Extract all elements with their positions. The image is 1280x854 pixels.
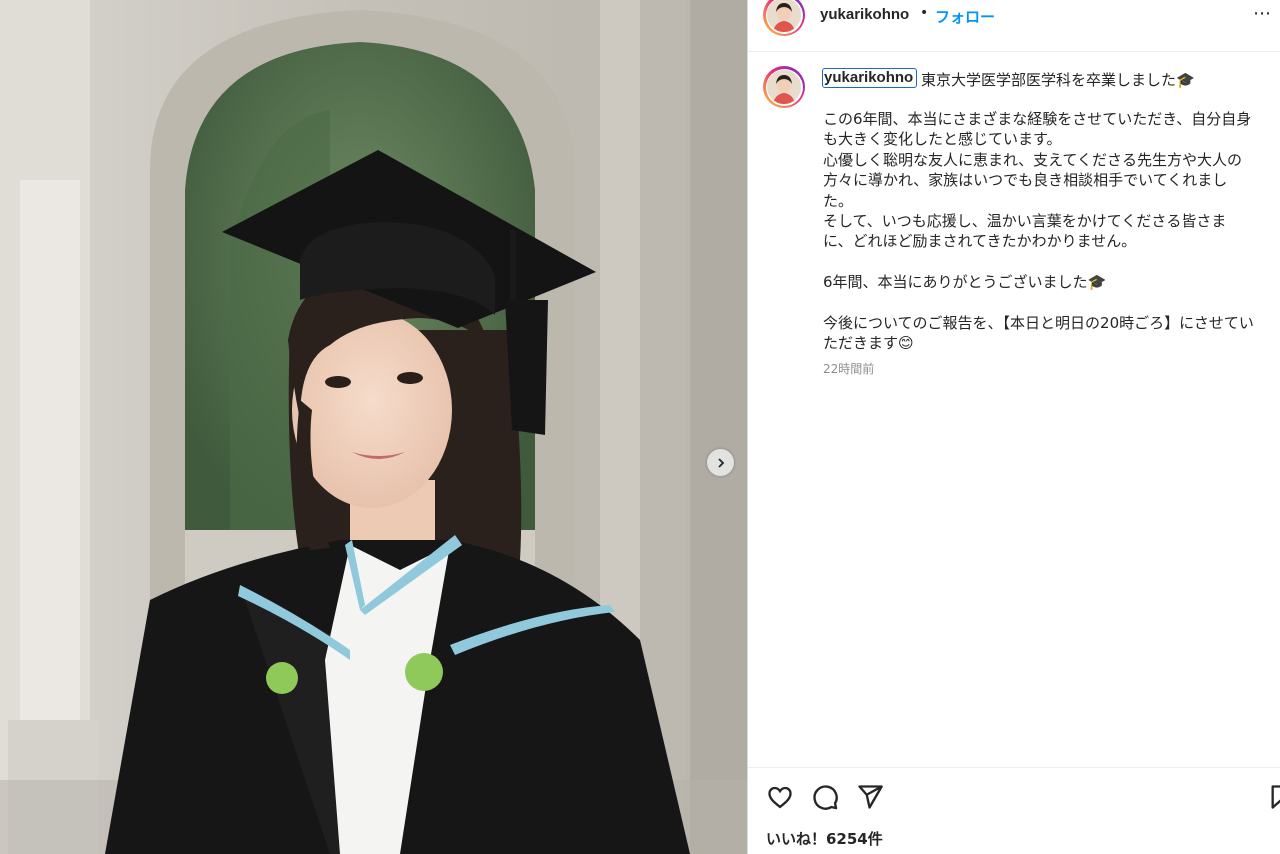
caption-line: ただきます😊	[823, 334, 914, 353]
bookmark-icon[interactable]	[1268, 783, 1280, 815]
caption-line: 方々に導かれ、家族はいつでも良き相談相手でいてくれまし	[823, 171, 1228, 190]
graduation-photo	[0, 0, 747, 854]
profile-picture	[767, 70, 801, 104]
instagram-post-view: yukarikohno • フォロー ⋯ yukarikohno 東京大学医学部…	[0, 0, 1280, 854]
caption-text: この6年間、本当にさまざまな経験をさせていただき、自分自身 も大きく変化したと感じ…	[823, 109, 1280, 354]
header-avatar[interactable]	[763, 0, 805, 36]
paper-plane-icon[interactable]	[856, 783, 884, 815]
header-separator: •	[920, 5, 929, 21]
post-photo	[0, 0, 747, 854]
post-side-panel: yukarikohno • フォロー ⋯ yukarikohno 東京大学医学部…	[747, 0, 1280, 854]
comment-bubble-icon[interactable]	[811, 783, 839, 815]
post-actions-bar: いいね！6254件	[748, 767, 1280, 854]
post-timestamp[interactable]: 22時間前	[823, 360, 874, 377]
caption-line	[823, 252, 1280, 272]
caption-line: そして、いつも応援し、温かい言葉をかけてくださる皆さま	[823, 212, 1227, 231]
caption-line: 今後についてのご報告を、【本日と明日の20時ごろ】にさせてい	[823, 314, 1254, 333]
heart-icon[interactable]	[766, 783, 794, 815]
post-header: yukarikohno • フォロー ⋯	[748, 0, 1280, 52]
caption-line: この6年間、本当にさまざまな経験をさせていただき、自分自身	[823, 110, 1252, 128]
caption-line: た。	[823, 191, 854, 210]
caption-avatar[interactable]	[763, 66, 805, 108]
next-photo-button[interactable]	[707, 449, 734, 476]
caption-line: も大きく変化したと感じています。	[823, 130, 1062, 149]
caption-username-link[interactable]: yukarikohno	[822, 68, 918, 88]
like-count[interactable]: いいね！6254件	[766, 828, 883, 849]
caption-line: に、どれほど励まされてきたかわかりません。	[823, 232, 1137, 251]
profile-picture	[767, 0, 801, 32]
more-horizontal-icon[interactable]: ⋯	[1253, 3, 1273, 24]
caption-line: 心優しく聡明な友人に恵まれ、支えてくださる先生方や大人の	[823, 150, 1242, 169]
caption-line	[823, 293, 1280, 313]
caption-title: 東京大学医学部医学科を卒業しました🎓	[921, 71, 1195, 89]
header-username-link[interactable]: yukarikohno	[820, 6, 909, 23]
follow-button[interactable]: フォロー	[935, 6, 995, 27]
chevron-right-icon	[717, 457, 724, 468]
caption-line: 6年間、本当にありがとうございました🎓	[823, 273, 1107, 292]
